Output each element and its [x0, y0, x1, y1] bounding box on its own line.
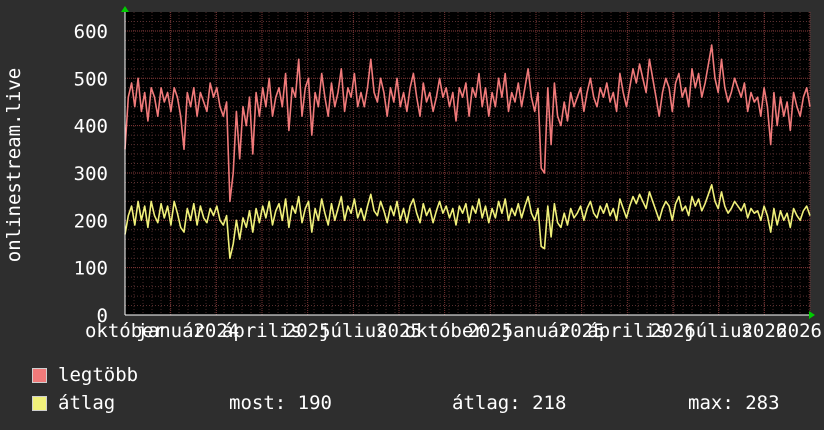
y-axis-label: onlinestream.live	[3, 68, 25, 262]
y-tick-label: 300	[74, 163, 108, 185]
stat-average: átlag: 218	[452, 392, 567, 414]
x-tick-labels: októberjanuár2024április2025július2025ok…	[85, 320, 822, 342]
y-axis-arrow	[121, 6, 129, 12]
legend-swatch-max	[32, 367, 47, 383]
y-tick-label: 500	[74, 68, 108, 90]
legend-item-avg: átlag	[32, 392, 115, 414]
y-tick-label: 400	[74, 116, 108, 138]
x-axis-arrow	[809, 311, 815, 319]
legend-swatch-avg	[32, 395, 47, 411]
line-chart: 0100200300400500600 októberjanuár2024ápr…	[3, 6, 822, 342]
y-tick-label: 600	[74, 21, 108, 43]
legend-label-max: legtöbb	[58, 364, 139, 386]
stat-now: most: 190	[229, 392, 332, 414]
x-tick-label: 2026	[776, 320, 822, 342]
legend-item-max: legtöbb	[32, 364, 138, 386]
stat-max: max: 283	[688, 392, 780, 414]
y-tick-label: 200	[74, 210, 108, 232]
y-tick-label: 100	[74, 258, 108, 280]
y-tick-labels: 0100200300400500600	[74, 21, 108, 327]
legend-label-avg: átlag	[58, 392, 116, 414]
